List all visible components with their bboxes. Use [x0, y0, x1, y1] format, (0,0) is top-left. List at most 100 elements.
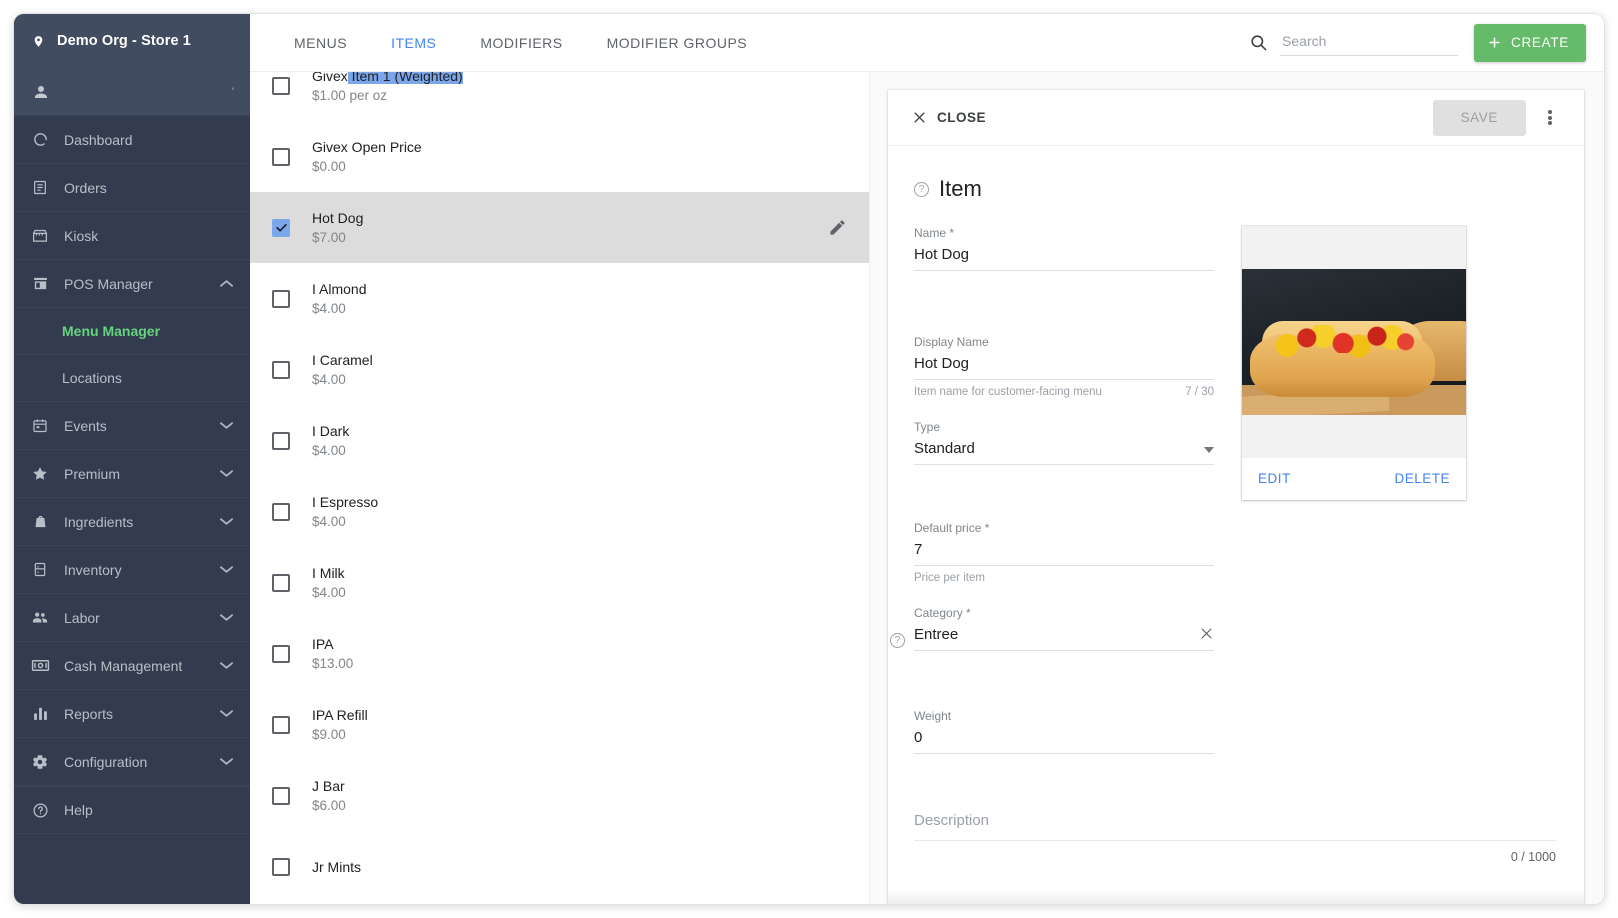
- sidebar-item-label: Configuration: [64, 753, 148, 770]
- field-label: Default price *: [914, 521, 990, 535]
- description-input[interactable]: Description: [914, 812, 1556, 841]
- item-checkbox[interactable]: [272, 289, 290, 308]
- item-checkbox[interactable]: [272, 502, 290, 521]
- hot-dog-photo: [1242, 269, 1466, 415]
- item-checkbox[interactable]: [272, 573, 290, 592]
- sidebar-item-reports[interactable]: Reports: [14, 690, 250, 738]
- content-area: Givex Item 1 (Weighted) $1.00 per oz Giv…: [250, 72, 1604, 904]
- item-checkbox[interactable]: [272, 857, 290, 876]
- field-label: Category *: [914, 606, 971, 620]
- default-price-input[interactable]: 7: [914, 540, 1214, 566]
- sidebar-subitem-locations[interactable]: Locations: [14, 355, 250, 402]
- sidebar-item-labor[interactable]: Labor: [14, 594, 250, 642]
- item-checkbox[interactable]: [272, 360, 290, 379]
- save-button[interactable]: SAVE: [1432, 99, 1526, 136]
- list-item[interactable]: J Bar $6.00: [250, 760, 869, 831]
- image-delete-button[interactable]: DELETE: [1394, 471, 1450, 486]
- item-price: $4.00: [312, 371, 346, 387]
- list-item[interactable]: IPA Refill $9.00: [250, 689, 869, 760]
- create-button[interactable]: CREATE: [1474, 23, 1586, 62]
- list-item[interactable]: Givex Item 1 (Weighted) $1.00 per oz: [250, 72, 869, 121]
- search-input[interactable]: [1280, 29, 1459, 56]
- tab-modifiers[interactable]: MODIFIERS: [458, 14, 584, 72]
- item-checkbox[interactable]: [272, 715, 290, 734]
- list-item[interactable]: I Dark $4.00: [250, 405, 869, 476]
- help-icon: [30, 802, 50, 819]
- list-item[interactable]: IPA $13.00: [250, 618, 869, 689]
- item-checkbox[interactable]: [272, 786, 290, 805]
- tab-items[interactable]: ITEMS: [369, 14, 458, 72]
- sidebar-item-ingredients[interactable]: Ingredients: [14, 498, 250, 546]
- item-text: I Almond $4.00: [312, 279, 847, 319]
- sidebar-subitem-menu-manager[interactable]: Menu Manager: [14, 308, 250, 355]
- weight-input[interactable]: 0: [914, 728, 1214, 754]
- list-item[interactable]: I Caramel $4.00: [250, 334, 869, 405]
- people-icon: [30, 609, 50, 626]
- sidebar-item-label: Ingredients: [64, 513, 134, 530]
- item-checkbox[interactable]: [272, 431, 290, 450]
- sidebar-item-help[interactable]: Help: [14, 786, 250, 834]
- sidebar-item-label: Reports: [64, 705, 114, 722]
- clear-icon[interactable]: [1199, 626, 1214, 641]
- item-detail-panel: CLOSE SAVE ? Item Name * Hot Dog Display…: [870, 72, 1604, 904]
- item-checkbox[interactable]: [272, 218, 290, 237]
- section-header: ? Item: [914, 176, 1556, 202]
- list-item[interactable]: I Espresso $4.00: [250, 476, 869, 547]
- tab-modifier-groups[interactable]: MODIFIER GROUPS: [585, 14, 770, 72]
- item-price: $6.00: [312, 797, 346, 813]
- list-item[interactable]: I Almond $4.00: [250, 263, 869, 334]
- type-select[interactable]: Standard: [914, 439, 1214, 465]
- list-item-selected[interactable]: Hot Dog $7.00: [250, 192, 869, 263]
- default-price-hint: Price per item: [914, 572, 985, 584]
- list-item[interactable]: Givex Open Price $0.00: [250, 121, 869, 192]
- field-type: Type Standard: [914, 420, 1214, 465]
- list-item[interactable]: Jr Mints: [250, 831, 869, 902]
- help-icon[interactable]: ?: [914, 181, 929, 197]
- sidebar-item-inventory[interactable]: Inventory: [14, 546, 250, 594]
- name-input[interactable]: Hot Dog: [914, 245, 1214, 271]
- sidebar-item-events[interactable]: Events: [14, 402, 250, 450]
- sidebar-item-configuration[interactable]: Configuration: [14, 738, 250, 786]
- org-title: Demo Org - Store 1: [57, 33, 191, 49]
- display-name-input[interactable]: Hot Dog: [914, 354, 1214, 380]
- image-edit-button[interactable]: EDIT: [1258, 471, 1291, 486]
- search-area: [1249, 29, 1459, 56]
- edit-pencil-icon[interactable]: [828, 218, 847, 237]
- orders-icon: [30, 179, 50, 196]
- tab-menus[interactable]: MENUS: [272, 14, 369, 72]
- sidebar-item-label: Cash Management: [64, 657, 183, 674]
- item-name: IPA: [312, 635, 334, 652]
- sidebar-item-orders[interactable]: Orders: [14, 164, 250, 212]
- sidebar-item-dashboard[interactable]: Dashboard: [14, 116, 250, 164]
- basket-icon: [30, 513, 50, 530]
- item-checkbox[interactable]: [272, 76, 290, 95]
- item-checkbox[interactable]: [272, 644, 290, 663]
- close-button[interactable]: CLOSE: [912, 110, 986, 125]
- description-counter: 0 / 1000: [1510, 850, 1556, 864]
- search-icon[interactable]: [1249, 33, 1268, 52]
- item-list-panel[interactable]: Givex Item 1 (Weighted) $1.00 per oz Giv…: [250, 72, 870, 904]
- item-name: I Dark: [312, 422, 350, 439]
- person-icon: [32, 83, 50, 101]
- category-help-icon[interactable]: ?: [890, 633, 905, 648]
- page-title: Item: [939, 176, 982, 201]
- sidebar-item-label: Inventory: [64, 561, 122, 578]
- item-checkbox[interactable]: [272, 147, 290, 166]
- calendar-icon: [30, 417, 50, 434]
- chevron-down-icon: [218, 757, 234, 766]
- sidebar-item-pos-manager[interactable]: POS Manager: [14, 260, 250, 308]
- user-menu[interactable]: ': [14, 68, 250, 116]
- category-value: Entree: [914, 626, 959, 643]
- sidebar-item-premium[interactable]: Premium: [14, 450, 250, 498]
- sidebar-item-kiosk[interactable]: Kiosk: [14, 212, 250, 260]
- close-icon: [912, 110, 927, 125]
- gear-icon: [30, 753, 50, 771]
- field-label: Name *: [914, 226, 955, 240]
- more-options-icon[interactable]: [1532, 100, 1568, 136]
- org-selector[interactable]: Demo Org - Store 1: [14, 14, 250, 68]
- sidebar-item-cash-management[interactable]: Cash Management: [14, 642, 250, 690]
- category-input[interactable]: Entree: [914, 625, 1214, 651]
- list-item[interactable]: I Milk $4.00: [250, 547, 869, 618]
- sidebar-subitem-label: Menu Manager: [62, 323, 161, 339]
- field-description: Description 0 / 1000: [914, 812, 1556, 864]
